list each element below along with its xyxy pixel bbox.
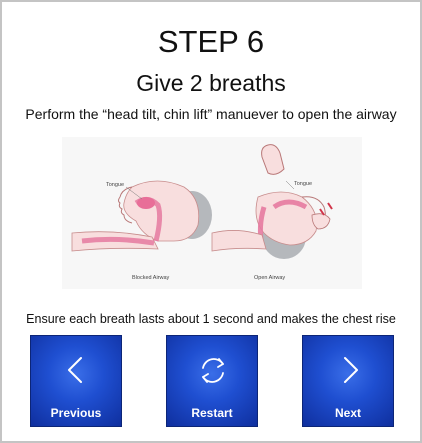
step-instruction: Perform the “head tilt, chin lift” manue… bbox=[25, 106, 397, 122]
left-tongue-label: Tongue bbox=[106, 182, 124, 188]
step-card: STEP 6 Give 2 breaths Perform the “head … bbox=[0, 0, 422, 443]
breath-caption: Ensure each breath lasts about 1 second … bbox=[26, 312, 396, 326]
next-label: Next bbox=[334, 406, 361, 420]
step-title: STEP 6 bbox=[157, 24, 265, 59]
refresh-icon bbox=[202, 358, 224, 383]
step-subtitle: Give 2 breaths bbox=[136, 70, 286, 96]
next-button[interactable]: Next bbox=[302, 335, 394, 427]
right-tongue-label: Tongue bbox=[294, 181, 312, 187]
airway-illustration: Tongue Blocked Airway Tongue Open Airway bbox=[62, 137, 362, 289]
restart-label: Restart bbox=[191, 406, 233, 420]
restart-button[interactable]: Restart bbox=[166, 335, 258, 427]
open-airway-figure: Tongue Open Airway bbox=[211, 144, 333, 281]
chevron-left-icon bbox=[68, 357, 82, 383]
previous-button[interactable]: Previous bbox=[30, 335, 122, 427]
open-airway-caption: Open Airway bbox=[254, 275, 285, 281]
previous-label: Previous bbox=[50, 406, 102, 420]
blocked-airway-figure: Tongue Blocked Airway bbox=[71, 180, 212, 281]
blocked-airway-caption: Blocked Airway bbox=[132, 275, 170, 281]
chevron-right-icon bbox=[344, 357, 358, 383]
